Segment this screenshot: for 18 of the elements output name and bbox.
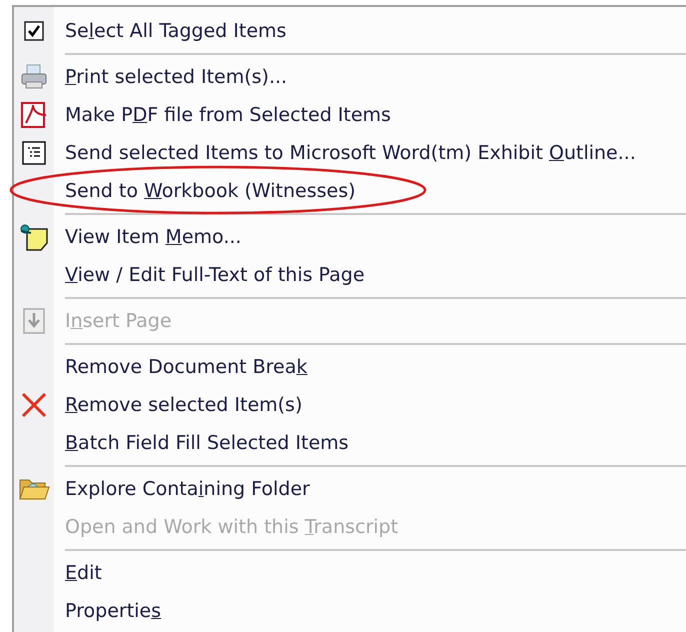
menu-item[interactable]: Batch Field Fill Selected Items xyxy=(65,428,349,458)
menu-item[interactable]: View / Edit Full-Text of this Page xyxy=(65,260,365,290)
document-list-icon xyxy=(22,141,46,165)
delete-x-icon xyxy=(20,392,48,418)
menu-item[interactable]: Explore Containing Folder xyxy=(65,474,310,504)
menu-item[interactable]: Edit xyxy=(65,558,102,588)
menu-item[interactable]: Make PDF file from Selected Items xyxy=(65,100,391,130)
printer-icon xyxy=(20,64,48,90)
menu-item[interactable]: Properties xyxy=(65,596,162,626)
menu-item[interactable]: View Item Memo... xyxy=(65,222,242,252)
menu-item[interactable]: Remove Document Break xyxy=(65,352,308,382)
menu-item[interactable]: Print selected Item(s)... xyxy=(65,62,288,92)
menu-item[interactable]: Select All Tagged Items xyxy=(65,16,286,46)
pdf-icon xyxy=(20,101,48,129)
menu-item[interactable]: Remove selected Item(s) xyxy=(65,390,302,420)
checkbox[interactable] xyxy=(24,21,44,41)
memo-note-icon xyxy=(19,223,49,251)
menu-item[interactable]: Send selected Items to Microsoft Word(tm) Exhibit Outline... xyxy=(65,138,636,168)
